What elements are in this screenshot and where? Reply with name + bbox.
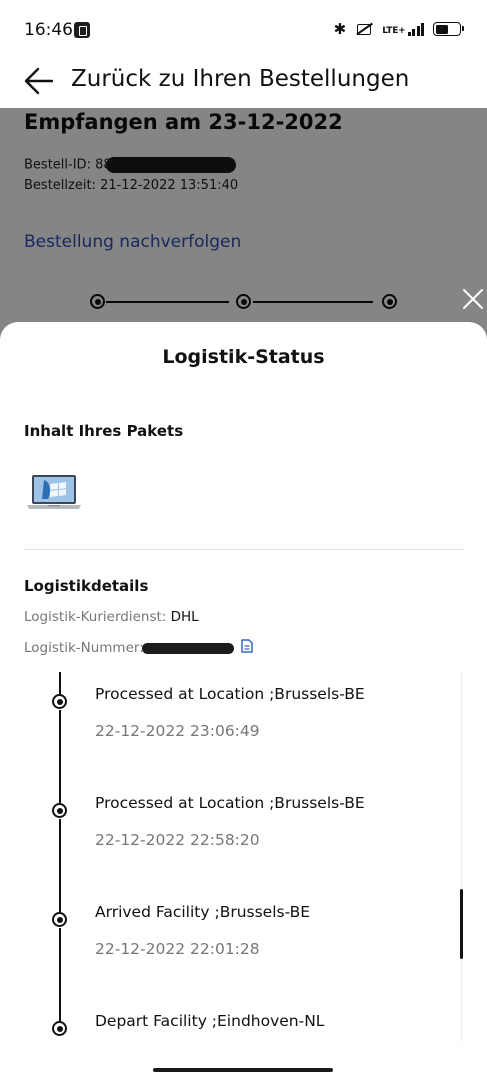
tracking-number-row: Logistik-Nummer:	[24, 638, 254, 656]
battery-icon	[433, 22, 464, 36]
logistics-details-heading: Logistikdetails	[24, 577, 149, 595]
logistics-sheet: Logistik-Status Inhalt Ihres Pakets Logi…	[0, 322, 487, 1080]
timeline-time: 22-12-2022 23:06:49	[95, 722, 260, 740]
courier-value: DHL	[170, 609, 199, 625]
logistics-timeline[interactable]: Processed at Location ;Brussels-BE 22-12…	[0, 672, 487, 1042]
courier-row: Logistik-Kurierdienst: DHL	[24, 609, 199, 625]
courier-label: Logistik-Kurierdienst:	[24, 609, 171, 625]
silent-icon	[355, 22, 373, 36]
package-contents-heading: Inhalt Ihres Pakets	[24, 422, 184, 440]
back-arrow-icon[interactable]	[22, 64, 56, 98]
bluetooth-icon: ✱	[333, 20, 347, 38]
status-icons: ✱ LTE+	[333, 20, 464, 38]
back-to-orders-link[interactable]: Zurück zu Ihren Bestellungen	[71, 66, 409, 92]
status-time: 16:46	[24, 20, 73, 40]
timeline-time: 22-12-2022 22:58:20	[95, 831, 260, 849]
timeline-time: 22-12-2022 22:01:28	[95, 940, 260, 958]
app-bar: Zurück zu Ihren Bestellungen	[0, 62, 487, 108]
timeline-dot	[52, 1021, 67, 1036]
timeline-line	[59, 819, 61, 912]
app-notification-icon	[74, 22, 90, 38]
copy-icon[interactable]	[240, 638, 254, 654]
section-divider	[24, 549, 464, 550]
timeline-status: Processed at Location ;Brussels-BE	[95, 685, 365, 703]
close-icon[interactable]	[462, 288, 484, 310]
timeline-status: Arrived Facility ;Brussels-BE	[95, 903, 311, 921]
timeline-dot	[52, 803, 67, 818]
sheet-title: Logistik-Status	[162, 346, 325, 368]
lte-label: LTE+	[382, 26, 406, 36]
timeline-dot	[52, 694, 67, 709]
scrollbar-track[interactable]	[461, 672, 462, 1042]
timeline-status: Processed at Location ;Brussels-BE	[95, 794, 365, 812]
laptop-product-image[interactable]	[26, 472, 82, 514]
redaction-mark	[142, 642, 235, 654]
network-indicator: LTE+	[382, 22, 424, 36]
timeline-line	[59, 928, 61, 1021]
status-bar: 16:46 ✱ LTE+	[0, 0, 487, 62]
timeline-line	[59, 710, 61, 803]
signal-icon	[407, 22, 424, 36]
timeline-line	[59, 672, 61, 694]
tracking-number-label: Logistik-Nummer:	[24, 640, 149, 656]
home-indicator[interactable]	[153, 1068, 333, 1072]
scrollbar-thumb[interactable]	[460, 889, 463, 959]
timeline-dot	[52, 912, 67, 927]
timeline-status: Depart Facility ;Eindhoven-NL	[95, 1012, 325, 1030]
